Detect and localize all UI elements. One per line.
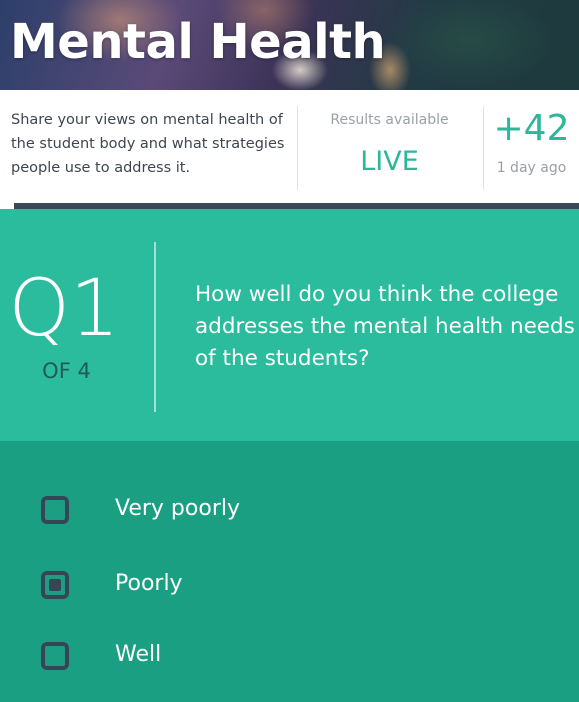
results-label: Results available (330, 112, 449, 128)
checkbox[interactable] (41, 496, 69, 524)
page-title: Mental Health (10, 14, 386, 70)
survey-description: Share your views on mental health of the… (11, 112, 285, 176)
answer-option-well[interactable]: Well (0, 642, 579, 702)
question-text: How well do you think the college addres… (195, 282, 575, 371)
results-status: LIVE (360, 146, 419, 177)
checkbox-check-mark (49, 579, 61, 591)
question-number: Q1 (8, 264, 120, 354)
question-total: OF 4 (42, 359, 91, 383)
answer-option-poorly[interactable]: Poorly (0, 571, 579, 631)
hero-banner: Mental Health (0, 0, 579, 90)
answer-label: Very poorly (115, 496, 240, 521)
divider (154, 242, 156, 412)
response-time: 1 day ago (496, 160, 567, 176)
survey-info-strip: Share your views on mental health of the… (0, 90, 579, 203)
response-count: +42 (493, 108, 570, 149)
answer-option-very-poorly[interactable]: Very poorly (0, 496, 579, 556)
answer-label: Poorly (115, 571, 183, 596)
answer-list: Very poorly Poorly Well (0, 441, 579, 670)
question-panel: Q1 OF 4 How well do you think the colleg… (0, 209, 579, 441)
checkbox[interactable] (41, 571, 69, 599)
